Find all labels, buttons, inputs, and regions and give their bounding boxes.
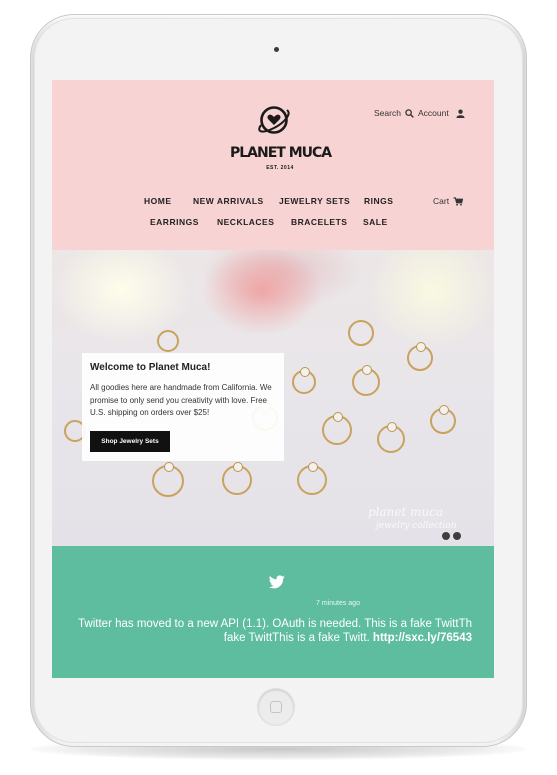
image-watermark: planet muca jewelry collection (368, 505, 457, 533)
logo-wordmark: PLANET MUCA (230, 145, 332, 161)
site-header: PLANET MUCA EST. 2014 Search Account HOM… (52, 80, 494, 250)
twitter-bird-icon[interactable] (269, 575, 285, 589)
user-icon (456, 109, 465, 118)
ring-image (322, 412, 352, 445)
cart-link[interactable]: Cart (433, 196, 464, 206)
camera-icon (274, 47, 279, 52)
hero-slideshow: Welcome to Planet Muca! All goodies here… (52, 250, 494, 546)
slide-dot[interactable] (453, 532, 461, 540)
hero-caption: Welcome to Planet Muca! All goodies here… (82, 353, 284, 461)
search-link[interactable]: Search (374, 108, 414, 118)
home-button[interactable] (258, 689, 294, 725)
cart-label: Cart (433, 196, 450, 206)
account-link[interactable]: Account (418, 108, 465, 118)
nav-item-jewelry-sets[interactable]: JEWELRY SETS (279, 196, 350, 206)
nav-item-necklaces[interactable]: NECKLACES (217, 217, 274, 227)
home-square-icon (270, 701, 282, 713)
ring-image (292, 367, 316, 394)
slide-dot[interactable] (442, 532, 450, 540)
tweet-body: Twitter has moved to a new API (1.1). OA… (74, 617, 472, 645)
ring-image (352, 365, 380, 396)
cart-icon (453, 196, 464, 206)
search-icon (405, 108, 414, 118)
ring-image (297, 462, 327, 495)
logo-est-text: EST. 2014 (266, 165, 294, 171)
watermark-line-2: jewelry collection (376, 521, 457, 531)
ring-image (157, 330, 179, 352)
nav-item-rings[interactable]: RINGS (364, 196, 393, 206)
tweet-link[interactable]: http://sxc.ly/76543 (373, 632, 472, 644)
web-page: PLANET MUCA EST. 2014 Search Account HOM… (52, 80, 494, 678)
ring-image (377, 422, 405, 453)
watermark-line-1: planet muca (368, 505, 444, 519)
ring-image (348, 320, 374, 346)
ring-image (222, 462, 252, 495)
hero-description: All goodies here are handmade from Calif… (90, 383, 272, 417)
slideshow-pagination (442, 532, 461, 540)
ring-image (430, 405, 456, 434)
ring-image (407, 342, 433, 371)
planet-heart-icon (258, 106, 290, 134)
nav-item-new-arrivals[interactable]: NEW ARRIVALS (193, 196, 264, 206)
twitter-feed: 7 minutes ago Twitter has moved to a new… (52, 546, 494, 678)
tweet-timestamp: 7 minutes ago (316, 600, 360, 607)
nav-item-bracelets[interactable]: BRACELETS (291, 217, 347, 227)
search-label: Search (374, 108, 401, 118)
nav-item-earrings[interactable]: EARRINGS (150, 217, 199, 227)
hero-title: Welcome to Planet Muca! (90, 362, 211, 373)
nav-item-home[interactable]: HOME (144, 196, 172, 206)
account-label: Account (418, 108, 449, 118)
shop-jewelry-sets-button[interactable]: Shop Jewelry Sets (90, 431, 170, 452)
ring-image (152, 462, 184, 497)
nav-item-sale[interactable]: SALE (363, 217, 388, 227)
